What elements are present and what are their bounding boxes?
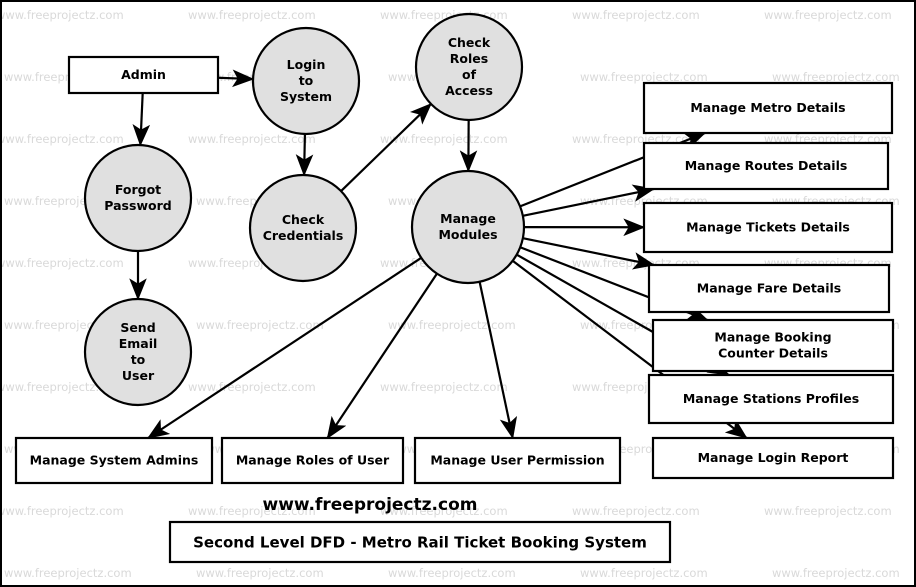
process-manage-modules[interactable]: Manage Modules: [410, 169, 526, 285]
flow-manage-modules-to-manage-routes-details: [522, 184, 655, 217]
diagram-title-box: Second Level DFD - Metro Rail Ticket Boo…: [168, 520, 672, 564]
node-layer: Admin Login to System Check Roles of Access Forg…: [14, 12, 895, 485]
flow-check-credentials-to-check-roles: [340, 102, 432, 192]
module-label: Manage Stations Profiles: [683, 391, 859, 406]
module-manage-system-admins[interactable]: Manage System Admins: [14, 436, 214, 485]
module-label: Manage Roles of User: [236, 452, 390, 467]
module-manage-routes-details[interactable]: Manage Routes Details: [642, 141, 890, 191]
module-manage-roles-of-user[interactable]: Manage Roles of User: [220, 436, 405, 485]
process-login-to-system[interactable]: Login to System: [251, 26, 361, 136]
module-label: Manage Fare Details: [697, 280, 842, 295]
dfd-svg: Admin Login to System Check Roles of Access Forg…: [0, 0, 916, 587]
module-manage-login-report[interactable]: Manage Login Report: [651, 436, 895, 480]
module-label: Manage Login Report: [698, 450, 849, 465]
process-forgot-password[interactable]: Forgot Password: [83, 143, 193, 253]
diagram-title: Second Level DFD - Metro Rail Ticket Boo…: [193, 534, 647, 552]
dfd-canvas: www.freeprojectz.com www.freeprojectz.com…: [0, 0, 916, 587]
flow-admin-to-forgot-password: [132, 92, 151, 147]
module-manage-tickets-details[interactable]: Manage Tickets Details: [642, 201, 894, 254]
module-manage-fare-details[interactable]: Manage Fare Details: [647, 263, 891, 314]
module-label: Manage Metro Details: [690, 100, 845, 115]
process-check-roles[interactable]: Check Roles of Access: [414, 12, 524, 122]
module-manage-metro-details[interactable]: Manage Metro Details: [642, 81, 894, 135]
module-label: Manage Routes Details: [685, 158, 848, 173]
entity-label: Admin: [121, 67, 166, 82]
footer-brand-text: www.freeprojectz.com: [263, 495, 478, 515]
module-manage-user-permission[interactable]: Manage User Permission: [413, 436, 622, 485]
module-label: Manage Booking Counter Details: [714, 329, 831, 360]
flow-manage-modules-to-manage-user-permission: [478, 281, 518, 440]
process-check-credentials[interactable]: Check Credentials: [248, 173, 358, 283]
process-send-email-to-user[interactable]: Send Email to User: [83, 297, 193, 407]
module-manage-stations-profiles[interactable]: Manage Stations Profiles: [647, 373, 895, 425]
flow-admin-to-login-to-system: [217, 69, 255, 88]
flow-manage-modules-to-manage-roles-of-user: [326, 273, 438, 440]
process-label: Manage Modules: [438, 211, 497, 242]
module-label: Manage User Permission: [430, 452, 604, 467]
module-label: Manage Tickets Details: [686, 219, 850, 234]
flow-login-to-system-to-check-credentials: [295, 133, 314, 177]
entity-admin[interactable]: Admin: [67, 55, 220, 95]
module-manage-booking-counter-details[interactable]: Manage Booking Counter Details: [651, 318, 895, 373]
flow-manage-modules-to-manage-fare-details: [522, 237, 656, 270]
module-label: Manage System Admins: [30, 452, 199, 467]
